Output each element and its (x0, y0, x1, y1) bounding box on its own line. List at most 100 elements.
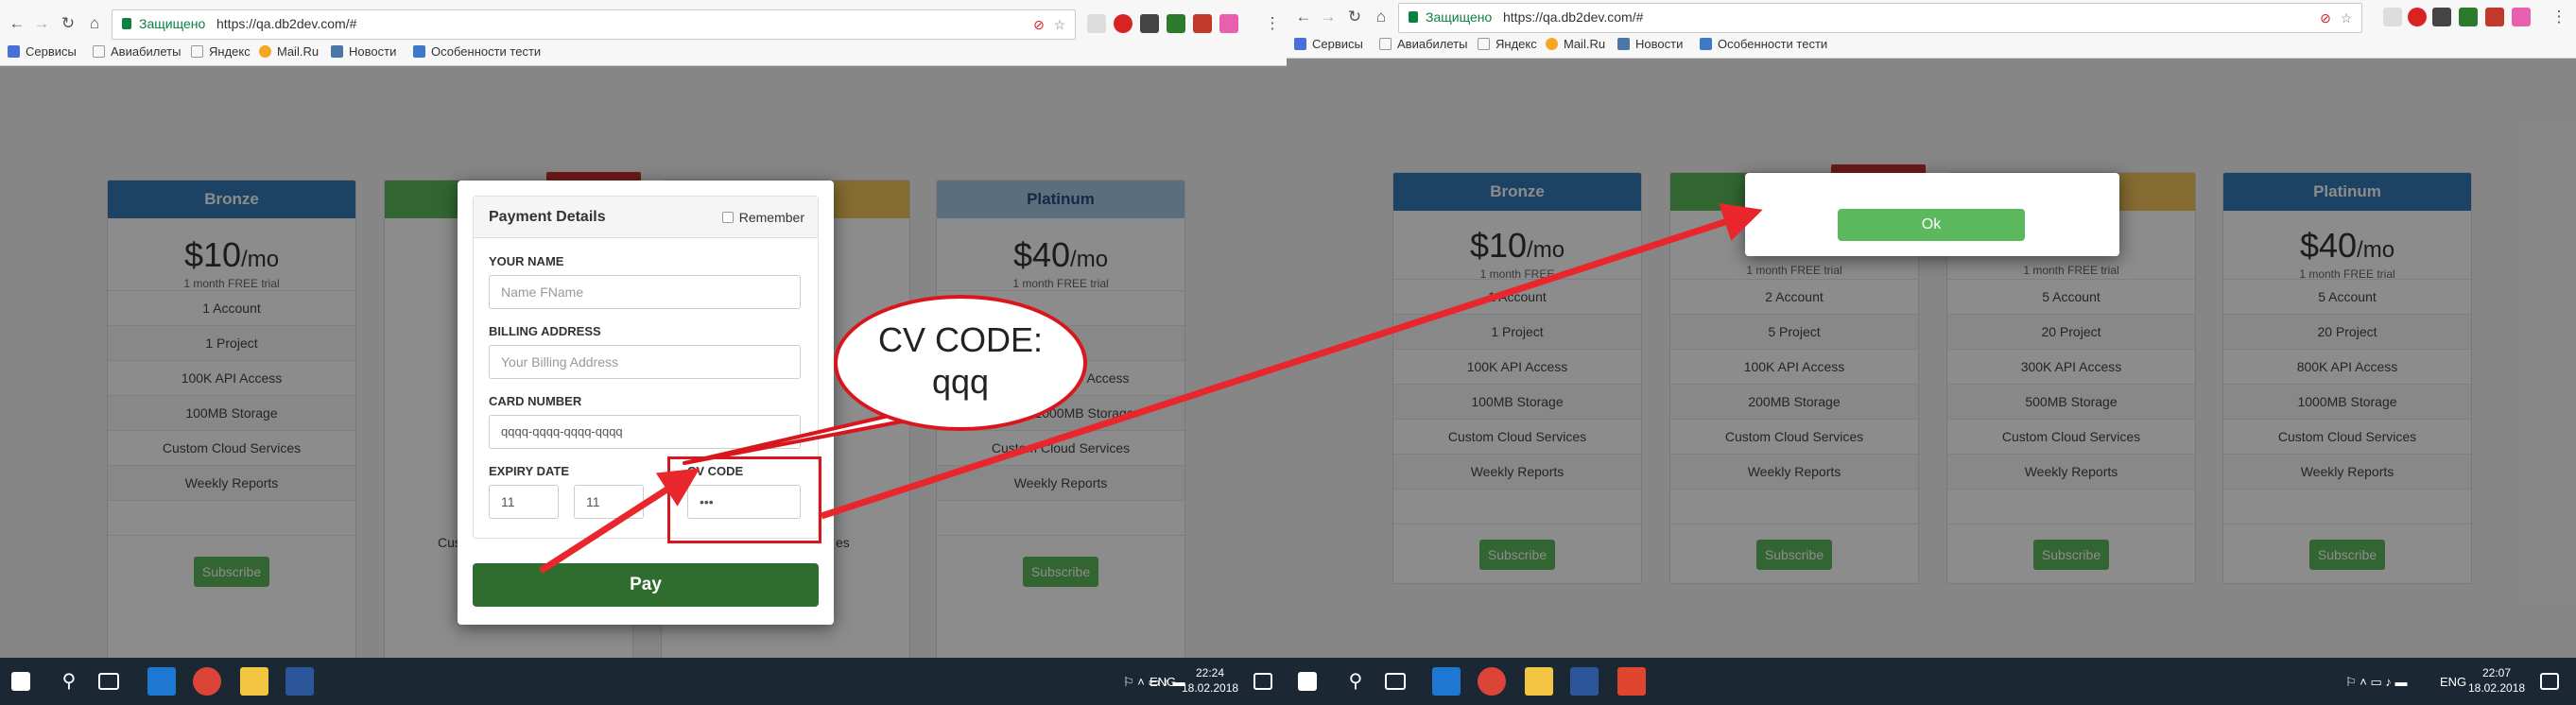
blocked-popup-icon[interactable]: ⊘ (2318, 10, 2333, 26)
bookmark-label: Mail.Ru (277, 44, 320, 59)
notifications-icon[interactable] (2540, 673, 2559, 690)
bookmark-features[interactable]: Особенности тести (413, 44, 541, 59)
windows-taskbar: ⚲ ⚐ ˄ ▭ ♪ ▬ ENG 22:07 18.02.2018 (1287, 658, 2576, 705)
right-screenshot: ← → ↻ ⌂ Защищено https://qa.db2dev.com/#… (1287, 0, 2576, 705)
browser-chrome: ← → ↻ ⌂ Защищено https://qa.db2dev.com/#… (0, 0, 1287, 66)
notifications-icon[interactable] (1253, 673, 1272, 690)
task-view-icon[interactable] (98, 673, 119, 690)
pay-button[interactable]: Pay (473, 563, 819, 607)
bookmark-features[interactable]: Особенности тести (1700, 37, 1827, 51)
search-icon[interactable]: ⚲ (1341, 667, 1370, 696)
bookmark-label: Авиабилеты (1397, 37, 1468, 51)
bookmark-yandex[interactable]: Яндекс (1478, 37, 1537, 51)
bookmark-label: Сервисы (1312, 37, 1363, 51)
edge-icon[interactable] (1432, 667, 1461, 696)
forward-icon[interactable]: → (32, 14, 51, 33)
explorer-icon[interactable] (240, 667, 268, 696)
card-number-label: CARD NUMBER (489, 394, 582, 408)
home-icon[interactable]: ⌂ (1372, 8, 1391, 26)
reload-icon[interactable]: ↻ (1345, 8, 1364, 26)
url-text[interactable]: https://qa.db2dev.com/# (1503, 9, 1643, 25)
extension-icon[interactable] (1140, 14, 1159, 33)
explorer-icon[interactable] (1525, 667, 1553, 696)
callout-bubble: CV CODE: qqq (834, 295, 1087, 431)
modal-backdrop[interactable] (1287, 59, 2576, 658)
windows-start-icon[interactable] (11, 672, 30, 691)
bookmark-services[interactable]: Сервисы (8, 44, 77, 59)
extension-icon[interactable] (2459, 8, 2478, 26)
bookmark-avia[interactable]: Авиабилеты (1379, 37, 1467, 51)
word-icon[interactable] (1570, 667, 1599, 696)
extension-icon[interactable] (1219, 14, 1238, 33)
secure-indicator: Защищено (122, 16, 205, 31)
bookmark-label: Mail.Ru (1564, 37, 1606, 51)
checkbox-icon[interactable] (721, 212, 734, 223)
expiry-year-input[interactable]: 11 (574, 485, 644, 519)
expiry-month-input[interactable]: 11 (489, 485, 559, 519)
word-icon[interactable] (285, 667, 314, 696)
bookmark-mailru[interactable]: Mail.Ru (1546, 37, 1605, 51)
windows-start-icon[interactable] (1298, 672, 1317, 691)
extension-icon[interactable] (1087, 14, 1106, 33)
blocked-popup-icon[interactable]: ⊘ (1031, 17, 1046, 32)
bookmark-avia[interactable]: Авиабилеты (93, 44, 181, 59)
address-input[interactable]: Your Billing Address (489, 345, 801, 379)
clock-time: 22:24 (1195, 666, 1225, 679)
bookmark-star-icon[interactable]: ☆ (1052, 17, 1067, 32)
address-bar[interactable]: Защищено https://qa.db2dev.com/# ⊘ ☆ (112, 9, 1076, 40)
vk-icon (331, 45, 343, 58)
bookmark-mailru[interactable]: Mail.Ru (259, 44, 319, 59)
language-indicator[interactable]: ENG (2440, 675, 2466, 689)
remember-label: Remember (738, 210, 804, 225)
extension-icon[interactable] (2383, 8, 2402, 26)
callout-line-2: qqq (931, 362, 990, 401)
apps-icon (1294, 38, 1306, 50)
bookmark-services[interactable]: Сервисы (1294, 37, 1363, 51)
chrome-icon[interactable] (193, 667, 221, 696)
task-view-icon[interactable] (1385, 673, 1406, 690)
highlight-box (667, 456, 821, 543)
url-text[interactable]: https://qa.db2dev.com/# (216, 16, 356, 31)
opera-icon[interactable] (1114, 14, 1132, 33)
extension-icon[interactable] (2432, 8, 2451, 26)
extension-icon[interactable] (2485, 8, 2504, 26)
bookmark-label: Особенности тести (1718, 37, 1828, 51)
panel-title: Payment Details (489, 209, 606, 225)
ok-button[interactable]: Ok (1838, 209, 2025, 241)
bookmark-news[interactable]: Новости (331, 44, 396, 59)
tray-icons[interactable]: ⚐ ˄ ▭ ♪ ▬ (2345, 675, 2407, 690)
edge-icon[interactable] (147, 667, 176, 696)
remember-checkbox[interactable]: Remember (721, 210, 804, 225)
clock[interactable]: 22:07 18.02.2018 (2468, 665, 2525, 696)
language-indicator[interactable]: ENG (1150, 675, 1176, 689)
clock-date: 18.02.2018 (1182, 681, 1239, 695)
bookmark-label: Авиабилеты (111, 44, 182, 59)
extension-icon[interactable] (2512, 8, 2531, 26)
card-number-input[interactable]: qqqq-qqqq-qqqq-qqqq (489, 415, 801, 449)
callout-text: CV CODE: qqq (838, 319, 1083, 403)
opera-icon[interactable] (2408, 8, 2427, 26)
menu-icon[interactable]: ⋮ (1263, 14, 1282, 33)
search-icon[interactable]: ⚲ (55, 667, 83, 696)
back-icon[interactable]: ← (8, 14, 26, 33)
page-icon (1379, 38, 1392, 50)
forward-icon[interactable]: → (1319, 8, 1338, 26)
chrome-icon[interactable] (1478, 667, 1506, 696)
clock[interactable]: 22:24 18.02.2018 (1182, 665, 1238, 696)
pricing-page: Bronze $10/mo 1 month FREE 1 Account 1 P… (1287, 59, 2576, 658)
back-icon[interactable]: ← (1294, 8, 1313, 26)
home-icon[interactable]: ⌂ (85, 14, 104, 33)
bookmark-star-icon[interactable]: ☆ (2339, 10, 2354, 26)
address-bar[interactable]: Защищено https://qa.db2dev.com/# ⊘ ☆ (1398, 3, 2362, 33)
app-icon[interactable] (1617, 667, 1646, 696)
name-input[interactable]: Name FName (489, 275, 801, 309)
extension-icon[interactable] (1167, 14, 1185, 33)
menu-icon[interactable]: ⋮ (2550, 8, 2568, 26)
bookmark-yandex[interactable]: Яндекс (191, 44, 251, 59)
bookmark-news[interactable]: Новости (1617, 37, 1683, 51)
page-icon (93, 45, 105, 58)
secure-label: Защищено (1426, 9, 1493, 25)
bookmark-icon (413, 45, 425, 58)
reload-icon[interactable]: ↻ (59, 14, 78, 33)
extension-icon[interactable] (1193, 14, 1212, 33)
